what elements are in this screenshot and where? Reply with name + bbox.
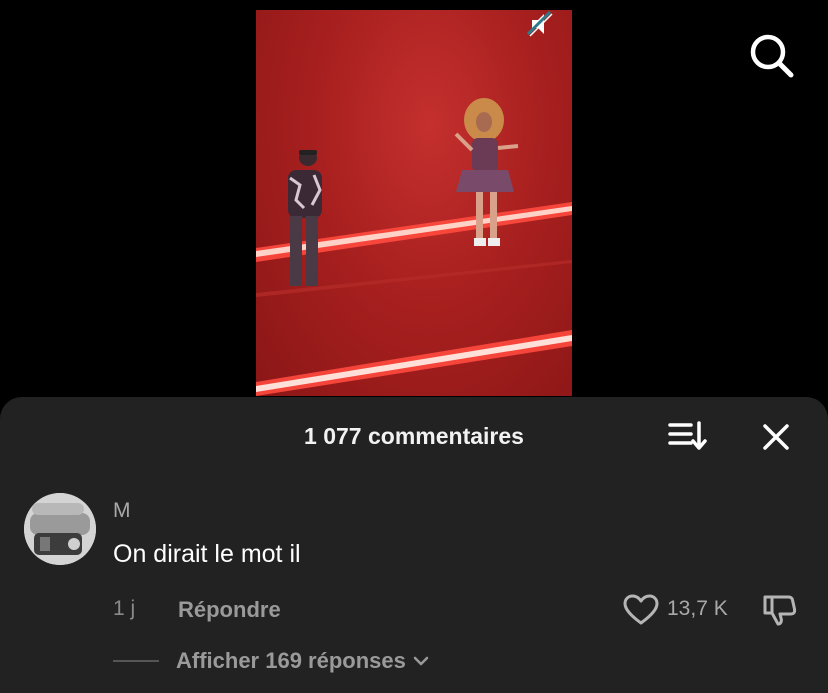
sort-button[interactable]: [667, 419, 709, 453]
search-icon: [750, 34, 794, 78]
dislike-button[interactable]: [762, 593, 798, 627]
performer-left: [288, 150, 322, 286]
view-replies-label: Afficher 169 réponses: [176, 648, 406, 673]
like-count: 13,7 K: [667, 597, 728, 620]
comment-username[interactable]: M: [113, 499, 131, 523]
replies-divider: [113, 660, 159, 662]
comments-sheet: 1 077 commentaires M On dirait le mot il…: [0, 397, 828, 693]
sort-icon: [668, 421, 707, 450]
close-button[interactable]: [758, 419, 794, 455]
search-button[interactable]: [746, 30, 796, 80]
muted-speaker-icon: [526, 10, 553, 37]
chevron-down-icon: [413, 656, 429, 666]
avatar[interactable]: [24, 493, 96, 565]
heart-icon: [623, 594, 659, 625]
close-icon: [763, 424, 789, 450]
comment-text: On dirait le mot il: [113, 540, 301, 568]
comment-time: 1 j: [113, 597, 136, 620]
view-replies-button[interactable]: Afficher 169 réponses: [176, 648, 430, 674]
video-player[interactable]: [256, 10, 572, 396]
thumbs-down-icon: [763, 595, 797, 626]
stage-scene: [256, 10, 572, 396]
avatar-image: [24, 493, 96, 565]
reply-button[interactable]: Répondre: [178, 597, 281, 623]
like-button[interactable]: [622, 594, 660, 626]
video-area[interactable]: [0, 0, 828, 400]
